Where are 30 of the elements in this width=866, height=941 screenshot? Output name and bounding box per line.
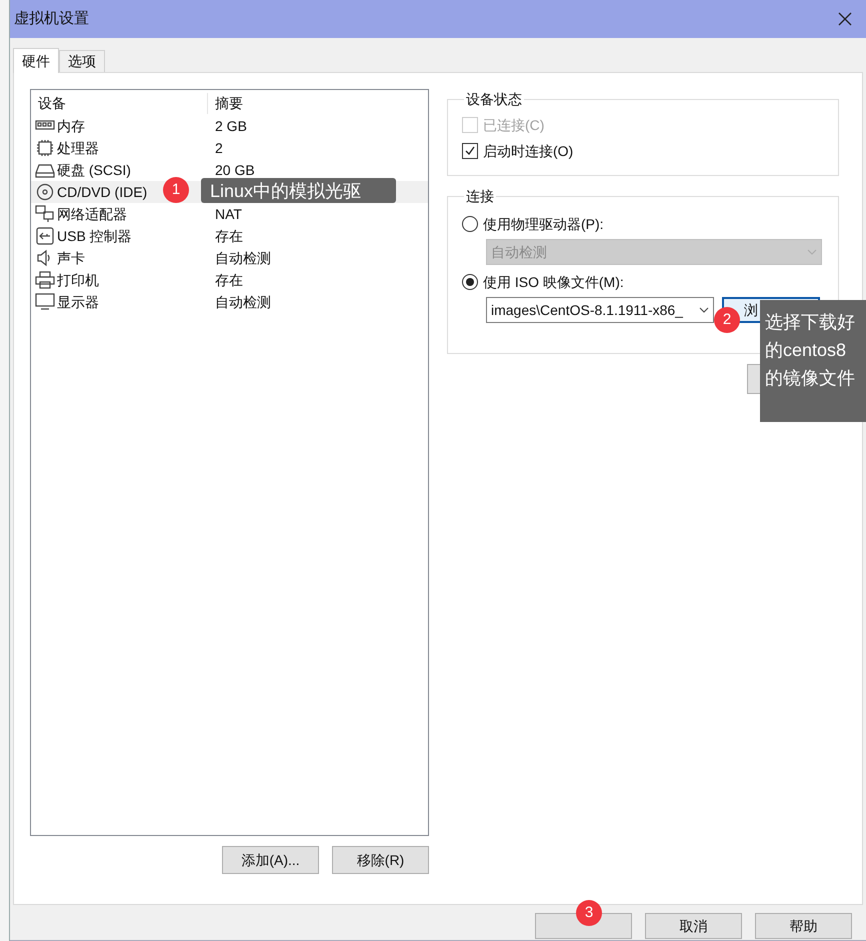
- checkbox-label: 已连接(C): [483, 116, 544, 135]
- dropdown-value: 自动检测: [491, 242, 547, 262]
- device-summary: 存在: [215, 226, 243, 246]
- device-name: 处理器: [57, 138, 99, 158]
- column-header: 摘要: [214, 94, 243, 112]
- callout-tooltip: 选择下载好的centos8的镜像文件: [760, 300, 866, 422]
- device-summary: 自动检测: [215, 248, 271, 268]
- group-title: 连接: [465, 187, 495, 206]
- device-name: 硬盘 (SCSI): [57, 160, 131, 180]
- device-summary: 20 GB: [215, 160, 255, 180]
- device-summary: 自动检测: [215, 292, 271, 312]
- group-title: 设备状态: [465, 90, 523, 109]
- radio-label: 使用物理驱动器(P):: [483, 214, 604, 234]
- checkbox-label: 启动时连接(O): [483, 142, 574, 161]
- device-name: 显示器: [57, 292, 99, 312]
- device-name: USB 控制器: [57, 226, 132, 246]
- device-name: 打印机: [57, 270, 99, 290]
- device-name: 内存: [57, 116, 85, 136]
- radio-label: 使用 ISO 映像文件(M):: [483, 272, 624, 292]
- device-name: 网络适配器: [57, 204, 127, 224]
- device-summary: 2 GB: [215, 116, 247, 136]
- window-title: 虚拟机设置: [14, 8, 89, 29]
- device-name: 声卡: [57, 248, 85, 268]
- column-header: 设备: [31, 92, 208, 114]
- device-summary: NAT: [215, 204, 242, 224]
- device-summary: 2: [215, 138, 223, 158]
- dropdown-value: images\CentOS-8.1.1911-x86_: [491, 300, 683, 320]
- callout-tooltip: Linux中的模拟光驱: [201, 178, 396, 203]
- device-name: CD/DVD (IDE): [57, 182, 148, 202]
- device-summary: 存在: [215, 270, 243, 290]
